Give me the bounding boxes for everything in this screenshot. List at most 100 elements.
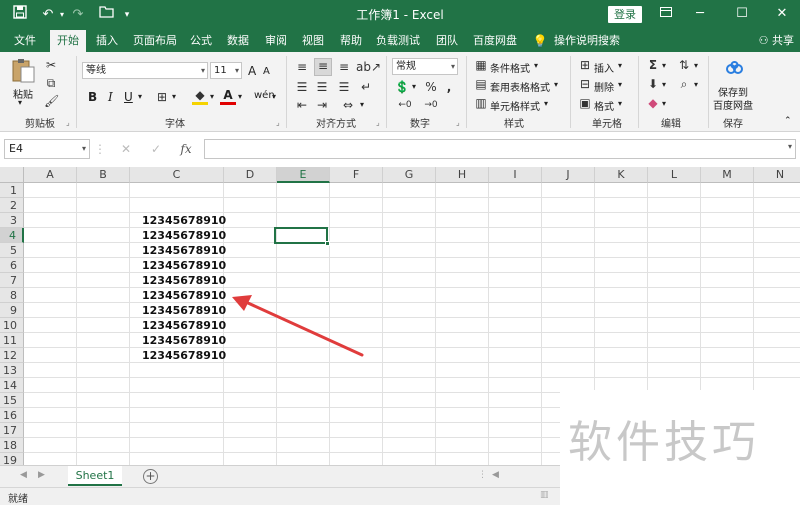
tab-load-test[interactable]: 负载测试 xyxy=(373,30,423,52)
format-as-table-icon[interactable]: ▤ xyxy=(474,77,488,91)
tab-review[interactable]: 审阅 xyxy=(261,30,291,52)
tab-insert[interactable]: 插入 xyxy=(90,30,124,52)
copy-icon[interactable]: ⧉ xyxy=(44,76,58,90)
enter-icon[interactable]: ✓ xyxy=(146,139,166,159)
grow-font-icon[interactable]: A xyxy=(248,64,256,78)
underline-dropdown-icon[interactable]: ▾ xyxy=(138,92,142,101)
borders-dropdown-icon[interactable]: ▾ xyxy=(172,92,176,101)
fill-dropdown-icon[interactable]: ▾ xyxy=(662,80,666,89)
page-layout-view-icon[interactable]: ▥ xyxy=(540,490,549,500)
underline-button[interactable]: U xyxy=(124,90,133,104)
increase-indent-icon[interactable]: ⇥ xyxy=(314,98,330,112)
insert-dropdown-icon[interactable]: ▾ xyxy=(618,61,622,70)
delete-dropdown-icon[interactable]: ▾ xyxy=(618,80,622,89)
wrap-text-icon[interactable]: ↵ xyxy=(358,80,374,94)
conditional-formatting-button[interactable]: 条件格式 xyxy=(490,60,530,75)
scroll-left-icon[interactable]: ◀ xyxy=(492,470,499,480)
autosum-icon[interactable]: Σ xyxy=(646,58,660,72)
decrease-indent-icon[interactable]: ⇤ xyxy=(294,98,310,112)
tab-data[interactable]: 数据 xyxy=(223,30,253,52)
align-middle-icon[interactable]: ≡ xyxy=(314,58,332,76)
clipboard-launcher-icon[interactable]: ⌟ xyxy=(66,118,70,127)
cancel-icon[interactable]: ✕ xyxy=(116,139,136,159)
prev-sheet-icon[interactable]: ◀ xyxy=(20,470,27,480)
align-left-icon[interactable]: ☰ xyxy=(294,80,310,94)
tab-help[interactable]: 帮助 xyxy=(336,30,366,52)
sort-dropdown-icon[interactable]: ▾ xyxy=(694,61,698,70)
font-color-icon[interactable]: A xyxy=(220,88,236,105)
sort-filter-icon[interactable]: ⇅ xyxy=(676,58,692,72)
collapse-ribbon-icon[interactable]: ⌃ xyxy=(784,116,792,126)
tab-home[interactable]: 开始 xyxy=(50,30,86,52)
table-dropdown-icon[interactable]: ▾ xyxy=(554,80,558,89)
decrease-decimal-icon[interactable]: →0 xyxy=(420,98,442,112)
tab-team[interactable]: 团队 xyxy=(430,30,464,52)
fill-icon[interactable]: ⬇ xyxy=(646,77,660,91)
align-center-icon[interactable]: ☰ xyxy=(314,80,330,94)
add-sheet-icon[interactable]: + xyxy=(143,469,158,484)
format-cells-button[interactable]: 格式 xyxy=(594,98,614,113)
tab-split-icon[interactable]: ⋮ xyxy=(478,470,487,480)
next-sheet-icon[interactable]: ▶ xyxy=(38,470,45,480)
conditional-formatting-icon[interactable]: ▦ xyxy=(474,58,488,72)
minimize-icon[interactable]: ─ xyxy=(688,4,712,24)
align-top-icon[interactable]: ≡ xyxy=(294,60,310,74)
clear-icon[interactable]: ◆ xyxy=(646,96,660,110)
merge-center-icon[interactable]: ⇔ xyxy=(338,98,358,112)
format-as-table-button[interactable]: 套用表格格式 xyxy=(490,79,550,94)
fill-color-icon[interactable]: ◆ xyxy=(192,88,208,105)
format-cells-icon[interactable]: ▣ xyxy=(578,96,592,110)
tab-baidu-netdisk[interactable]: 百度网盘 xyxy=(470,30,520,52)
tab-formulas[interactable]: 公式 xyxy=(186,30,216,52)
find-dropdown-icon[interactable]: ▾ xyxy=(694,80,698,89)
phonetic-dropdown-icon[interactable]: ▾ xyxy=(272,92,276,101)
tab-file[interactable]: 文件 xyxy=(8,30,42,52)
font-launcher-icon[interactable]: ⌟ xyxy=(276,118,280,127)
baidu-cloud-icon[interactable] xyxy=(724,60,746,79)
delete-cells-button[interactable]: 删除 xyxy=(594,79,614,94)
conditional-dropdown-icon[interactable]: ▾ xyxy=(534,61,538,70)
insert-cells-icon[interactable]: ⊞ xyxy=(578,58,592,72)
cell-styles-dropdown-icon[interactable]: ▾ xyxy=(544,99,548,108)
merge-dropdown-icon[interactable]: ▾ xyxy=(360,100,364,109)
align-bottom-icon[interactable]: ≡ xyxy=(336,60,352,74)
currency-dropdown-icon[interactable]: ▾ xyxy=(412,82,416,91)
number-format-select[interactable]: 常规 ▾ xyxy=(392,58,458,75)
insert-function-icon[interactable]: fx xyxy=(176,139,196,159)
ribbon-display-icon[interactable] xyxy=(654,4,678,24)
close-icon[interactable]: ✕ xyxy=(770,4,794,24)
name-box[interactable]: E4 ▾ xyxy=(4,139,90,159)
share-button[interactable]: ⚇ 共享 xyxy=(759,30,794,52)
font-size-select[interactable]: 11 ▾ xyxy=(210,62,242,79)
tab-view[interactable]: 视图 xyxy=(298,30,328,52)
format-dropdown-icon[interactable]: ▾ xyxy=(618,99,622,108)
baidu-netdisk-label[interactable]: 百度网盘 xyxy=(713,97,753,112)
bold-button[interactable]: B xyxy=(88,90,97,104)
formula-input[interactable]: ▾ xyxy=(204,139,796,159)
borders-icon[interactable]: ⊞ xyxy=(154,90,170,104)
cell-styles-button[interactable]: 单元格样式 xyxy=(490,98,540,113)
shrink-font-icon[interactable]: A xyxy=(263,66,270,77)
format-painter-icon[interactable]: 🖌 xyxy=(44,94,59,108)
autosum-dropdown-icon[interactable]: ▾ xyxy=(662,61,666,70)
find-select-icon[interactable]: ⌕ xyxy=(676,77,692,91)
percent-icon[interactable]: % xyxy=(424,80,438,94)
tell-me-search[interactable]: 操作说明搜索 xyxy=(552,30,622,52)
paste-dropdown-icon[interactable]: ▾ xyxy=(18,98,22,107)
delete-cells-icon[interactable]: ⊟ xyxy=(578,77,592,91)
sheet-tab-sheet1[interactable]: Sheet1 xyxy=(68,466,122,486)
font-name-select[interactable]: 等线 ▾ xyxy=(82,62,208,79)
cell-styles-icon[interactable]: ▥ xyxy=(474,96,488,110)
clear-dropdown-icon[interactable]: ▾ xyxy=(662,99,666,108)
paste-icon[interactable] xyxy=(10,58,36,84)
number-launcher-icon[interactable]: ⌟ xyxy=(456,118,460,127)
italic-button[interactable]: I xyxy=(108,90,113,104)
paste-label[interactable]: 粘贴 xyxy=(13,86,33,101)
align-right-icon[interactable]: ☰ xyxy=(336,80,352,94)
orientation-icon[interactable]: ab↗ xyxy=(356,60,381,74)
tab-page-layout[interactable]: 页面布局 xyxy=(130,30,180,52)
comma-style-icon[interactable]: , xyxy=(442,80,456,94)
alignment-launcher-icon[interactable]: ⌟ xyxy=(376,118,380,127)
insert-cells-button[interactable]: 插入 xyxy=(594,60,614,75)
fill-color-dropdown-icon[interactable]: ▾ xyxy=(210,92,214,101)
